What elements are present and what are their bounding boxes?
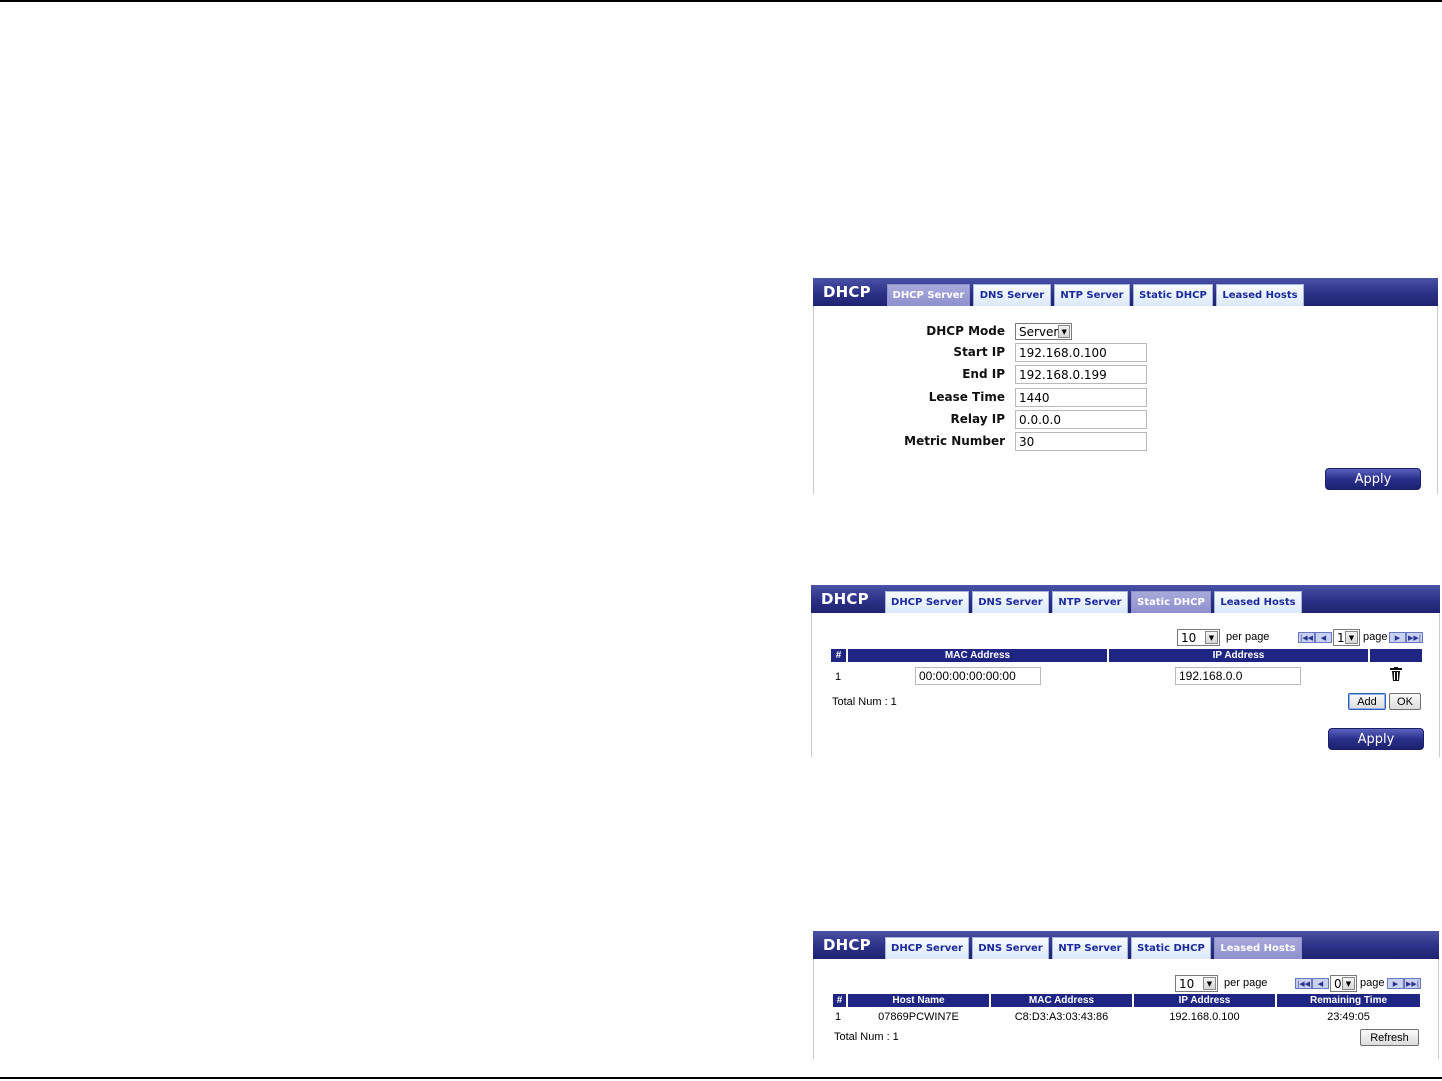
panel-header: DHCP DHCP Server DNS Server NTP Server S… <box>813 931 1439 959</box>
page-label: page <box>1363 631 1388 643</box>
relay-ip-field[interactable] <box>1015 410 1147 429</box>
start-ip-field[interactable] <box>1015 343 1147 362</box>
relay-ip-label: Relay IP <box>950 412 1005 426</box>
col-header-action <box>1370 649 1422 662</box>
ok-button[interactable]: OK <box>1389 693 1421 710</box>
per-page-select[interactable]: 10 ▼ <box>1175 975 1218 992</box>
ip-address-field[interactable] <box>1175 667 1301 685</box>
tab-dhcp-server[interactable]: DHCP Server <box>887 284 970 306</box>
mac-address-cell: C8:D3:A3:03:43:86 <box>1014 1011 1109 1023</box>
chevron-down-icon: ▼ <box>1058 325 1070 338</box>
top-rule <box>0 0 1442 2</box>
tab-bar: DHCP Server DNS Server NTP Server Static… <box>885 937 1305 960</box>
tab-static-dhcp[interactable]: Static DHCP <box>1131 937 1211 959</box>
dhcp-mode-value: Server <box>1019 324 1059 339</box>
first-page-icon[interactable]: |◀◀ <box>1295 978 1312 989</box>
tab-dns-server[interactable]: DNS Server <box>973 284 1051 306</box>
col-header-num: # <box>833 994 846 1007</box>
metric-number-field[interactable] <box>1015 432 1147 451</box>
lease-time-field[interactable] <box>1015 388 1147 407</box>
tab-dns-server[interactable]: DNS Server <box>972 591 1049 613</box>
ip-address-cell: 192.168.0.100 <box>1169 1011 1240 1023</box>
tab-bar: DHCP Server DNS Server NTP Server Static… <box>887 284 1307 307</box>
static-dhcp-panel: DHCP DHCP Server DNS Server NTP Server S… <box>811 585 1440 757</box>
next-page-icon[interactable]: ▶ <box>1387 978 1404 989</box>
tab-static-dhcp[interactable]: Static DHCP <box>1131 591 1211 613</box>
chevron-down-icon: ▼ <box>1205 631 1218 644</box>
prev-page-icon[interactable]: ◀ <box>1315 632 1332 643</box>
end-ip-label: End IP <box>962 367 1005 381</box>
col-header-num: # <box>831 649 846 662</box>
panel-frame <box>813 959 1439 1059</box>
col-header-ip: IP Address <box>1109 649 1368 662</box>
tab-dhcp-server[interactable]: DHCP Server <box>885 591 969 613</box>
panel-header: DHCP DHCP Server DNS Server NTP Server S… <box>811 585 1440 613</box>
apply-button[interactable]: Apply <box>1328 728 1424 750</box>
panel-title: DHCP <box>823 936 871 954</box>
add-button[interactable]: Add <box>1348 693 1386 710</box>
panel-title: DHCP <box>821 590 869 608</box>
panel-header: DHCP DHCP Server DNS Server NTP Server S… <box>813 278 1438 306</box>
start-ip-label: Start IP <box>953 345 1005 359</box>
col-header-remaining-time: Remaining Time <box>1277 994 1420 1007</box>
leased-hosts-panel: DHCP DHCP Server DNS Server NTP Server S… <box>813 931 1439 1059</box>
col-header-ip: IP Address <box>1134 994 1275 1007</box>
tab-static-dhcp[interactable]: Static DHCP <box>1133 284 1213 306</box>
next-page-icon[interactable]: ▶ <box>1389 632 1406 643</box>
host-name-cell: 07869PCWIN7E <box>878 1011 959 1023</box>
col-header-mac: MAC Address <box>991 994 1132 1007</box>
tab-ntp-server[interactable]: NTP Server <box>1052 591 1128 613</box>
mac-address-field[interactable] <box>915 667 1041 685</box>
total-count: Total Num : 1 <box>832 696 897 708</box>
refresh-button[interactable]: Refresh <box>1360 1029 1419 1046</box>
per-page-select[interactable]: 10 ▼ <box>1177 629 1220 646</box>
page-value: 1 <box>1337 630 1345 645</box>
tab-dns-server[interactable]: DNS Server <box>972 937 1049 959</box>
first-page-icon[interactable]: |◀◀ <box>1298 632 1315 643</box>
lease-time-label: Lease Time <box>928 390 1005 404</box>
chevron-down-icon: ▼ <box>1203 977 1216 990</box>
total-count: Total Num : 1 <box>834 1031 899 1043</box>
last-page-icon[interactable]: ▶▶| <box>1404 978 1421 989</box>
tab-bar: DHCP Server DNS Server NTP Server Static… <box>885 591 1305 614</box>
apply-button[interactable]: Apply <box>1325 468 1421 490</box>
col-header-host-name: Host Name <box>848 994 989 1007</box>
trash-icon[interactable] <box>1390 667 1402 681</box>
per-page-label: per page <box>1226 631 1270 643</box>
page-select[interactable]: 0 ▼ <box>1330 975 1357 992</box>
remaining-time-cell: 23:49:05 <box>1327 1011 1370 1023</box>
chevron-down-icon: ▼ <box>1345 631 1358 644</box>
per-page-value: 10 <box>1181 630 1197 645</box>
chevron-down-icon: ▼ <box>1342 977 1355 990</box>
dhcp-mode-select[interactable]: Server ▼ <box>1015 323 1072 340</box>
row-number: 1 <box>834 671 842 683</box>
dhcp-mode-label: DHCP Mode <box>926 324 1005 338</box>
page-value: 0 <box>1334 976 1342 991</box>
tab-leased-hosts[interactable]: Leased Hosts <box>1214 591 1302 613</box>
prev-page-icon[interactable]: ◀ <box>1312 978 1329 989</box>
bottom-rule <box>0 1077 1442 1079</box>
last-page-icon[interactable]: ▶▶| <box>1406 632 1423 643</box>
per-page-label: per page <box>1224 977 1268 989</box>
dhcp-server-panel: DHCP DHCP Server DNS Server NTP Server S… <box>813 278 1438 494</box>
metric-number-label: Metric Number <box>904 434 1005 448</box>
page-label: page <box>1360 977 1385 989</box>
col-header-mac: MAC Address <box>848 649 1107 662</box>
tab-dhcp-server[interactable]: DHCP Server <box>885 937 969 959</box>
tab-ntp-server[interactable]: NTP Server <box>1054 284 1130 306</box>
page-select[interactable]: 1 ▼ <box>1333 629 1360 646</box>
row-number: 1 <box>834 1011 842 1023</box>
tab-leased-hosts[interactable]: Leased Hosts <box>1214 937 1302 959</box>
tab-leased-hosts[interactable]: Leased Hosts <box>1216 284 1304 306</box>
per-page-value: 10 <box>1179 976 1195 991</box>
tab-ntp-server[interactable]: NTP Server <box>1052 937 1128 959</box>
end-ip-field[interactable] <box>1015 365 1147 384</box>
panel-title: DHCP <box>823 283 871 301</box>
